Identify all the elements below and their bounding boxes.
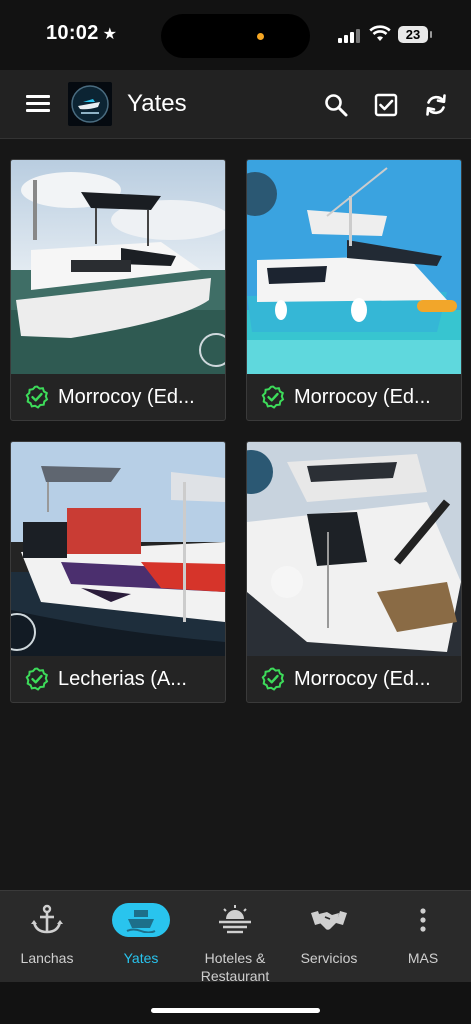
verified-badge-icon — [25, 385, 49, 409]
sunset-icon — [206, 903, 264, 937]
bottom-navigation: Lanchas Yates Hoteles & Restaurant Servi… — [0, 890, 471, 984]
app-bar: Yates — [0, 70, 471, 139]
status-bar: 10:02 ★ 23 — [0, 0, 471, 70]
listing-name: Lecherias (A... — [58, 667, 187, 690]
anchor-icon — [18, 903, 76, 937]
dynamic-island — [161, 14, 310, 58]
listing-label: Morrocoy (Ed... — [11, 374, 225, 420]
verified-badge-icon — [261, 385, 285, 409]
tab-label: Hoteles & Restaurant — [200, 950, 270, 984]
yacht-photo — [247, 442, 461, 656]
refresh-icon[interactable] — [423, 92, 449, 118]
tab-mas[interactable]: MAS — [376, 891, 470, 983]
listing-label: Morrocoy (Ed... — [247, 374, 461, 420]
verified-badge-icon — [25, 667, 49, 691]
privacy-indicator-icon — [257, 33, 264, 40]
wifi-icon — [369, 25, 391, 41]
tab-label: Lanchas — [20, 950, 74, 966]
listing-name: Morrocoy (Ed... — [294, 385, 431, 408]
search-icon[interactable] — [323, 92, 349, 118]
yacht-photo — [247, 160, 461, 374]
listing-card[interactable]: Morrocoy (Ed... — [246, 441, 462, 703]
tab-yates[interactable]: Yates — [94, 891, 188, 983]
verified-badge-icon — [261, 667, 285, 691]
listing-card[interactable]: Morrocoy (Ed... — [10, 159, 226, 421]
status-time-text: 10:02 — [46, 22, 99, 44]
more-vertical-icon — [394, 903, 452, 937]
tab-label: MAS — [407, 950, 439, 966]
listing-card[interactable]: Lecherias (A... — [10, 441, 226, 703]
yacht-photo — [11, 160, 225, 374]
tab-servicios[interactable]: Servicios — [282, 891, 376, 983]
listing-name: Morrocoy (Ed... — [294, 667, 431, 690]
app-logo — [68, 82, 112, 126]
tab-label: Servicios — [300, 950, 358, 966]
ship-icon — [112, 903, 170, 937]
battery-indicator: 23 — [398, 26, 432, 43]
tab-lanchas[interactable]: Lanchas — [0, 891, 94, 983]
yacht-photo — [11, 442, 225, 656]
listing-card[interactable]: Morrocoy (Ed... — [246, 159, 462, 421]
home-indicator[interactable] — [151, 1008, 320, 1013]
star-icon: ★ — [102, 26, 118, 43]
listing-label: Lecherias (A... — [11, 656, 225, 702]
home-indicator-area — [0, 982, 471, 1024]
page-title: Yates — [127, 90, 187, 117]
handshake-icon — [300, 903, 358, 937]
hamburger-menu-icon[interactable] — [26, 95, 50, 113]
status-time: 10:02 ★ — [46, 22, 117, 45]
app-bar-actions — [323, 92, 449, 118]
tab-hoteles-restaurant[interactable]: Hoteles & Restaurant — [188, 891, 282, 984]
listing-label: Morrocoy (Ed... — [247, 656, 461, 702]
cellular-signal-icon — [338, 27, 362, 43]
checkbox-icon[interactable] — [373, 92, 399, 118]
tab-label: Yates — [123, 950, 159, 966]
listing-name: Morrocoy (Ed... — [58, 385, 195, 408]
